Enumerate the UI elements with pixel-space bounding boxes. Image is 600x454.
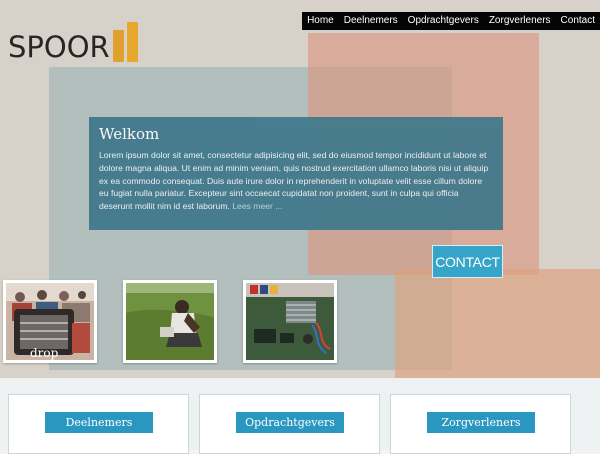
- logo-text: SPOOR: [8, 30, 110, 64]
- welcome-text: Lorem ipsum dolor sit amet, consectetur …: [99, 149, 493, 213]
- read-more-link[interactable]: Lees meer ...: [232, 201, 282, 211]
- welcome-body: Lorem ipsum dolor sit amet, consectetur …: [99, 150, 489, 212]
- photo-thumbnail-workshop[interactable]: drop: [3, 280, 97, 363]
- photo-thumbnail-garden[interactable]: [123, 280, 217, 363]
- nav-item-home[interactable]: Home: [302, 12, 339, 30]
- contact-button[interactable]: CONTACT: [432, 245, 503, 278]
- nav-item-contact[interactable]: Contact: [556, 12, 600, 30]
- welcome-panel: Welkom Lorem ipsum dolor sit amet, conse…: [89, 117, 503, 230]
- decorative-amber-block: [395, 269, 600, 378]
- nav-item-deelnemers[interactable]: Deelnemers: [339, 12, 403, 30]
- card-zorgverleners: Zorgverleners: [390, 394, 571, 454]
- welcome-title: Welkom: [99, 125, 160, 143]
- main-nav: Home Deelnemers Opdrachtgevers Zorgverle…: [302, 12, 600, 30]
- nav-item-opdrachtgevers[interactable]: Opdrachtgevers: [403, 12, 484, 30]
- category-cards: Deelnemers Opdrachtgevers Zorgverleners: [0, 378, 600, 454]
- card-title-deelnemers[interactable]: Deelnemers: [45, 412, 153, 433]
- hero-section: SPOOR Home Deelnemers Opdrachtgevers Zor…: [0, 0, 600, 378]
- card-opdrachtgevers: Opdrachtgevers: [199, 394, 380, 454]
- logo-mark-icon: [112, 22, 138, 62]
- electronics-image: [246, 283, 334, 360]
- card-title-opdrachtgevers[interactable]: Opdrachtgevers: [236, 412, 344, 433]
- garden-image: [126, 283, 214, 360]
- thumbnail-caption: drop: [30, 346, 59, 360]
- nav-item-zorgverleners[interactable]: Zorgverleners: [484, 12, 556, 30]
- card-title-zorgverleners[interactable]: Zorgverleners: [427, 412, 535, 433]
- workshop-image: drop: [6, 283, 94, 360]
- photo-thumbnail-electronics[interactable]: [243, 280, 337, 363]
- card-deelnemers: Deelnemers: [8, 394, 189, 454]
- site-logo[interactable]: SPOOR: [8, 18, 138, 62]
